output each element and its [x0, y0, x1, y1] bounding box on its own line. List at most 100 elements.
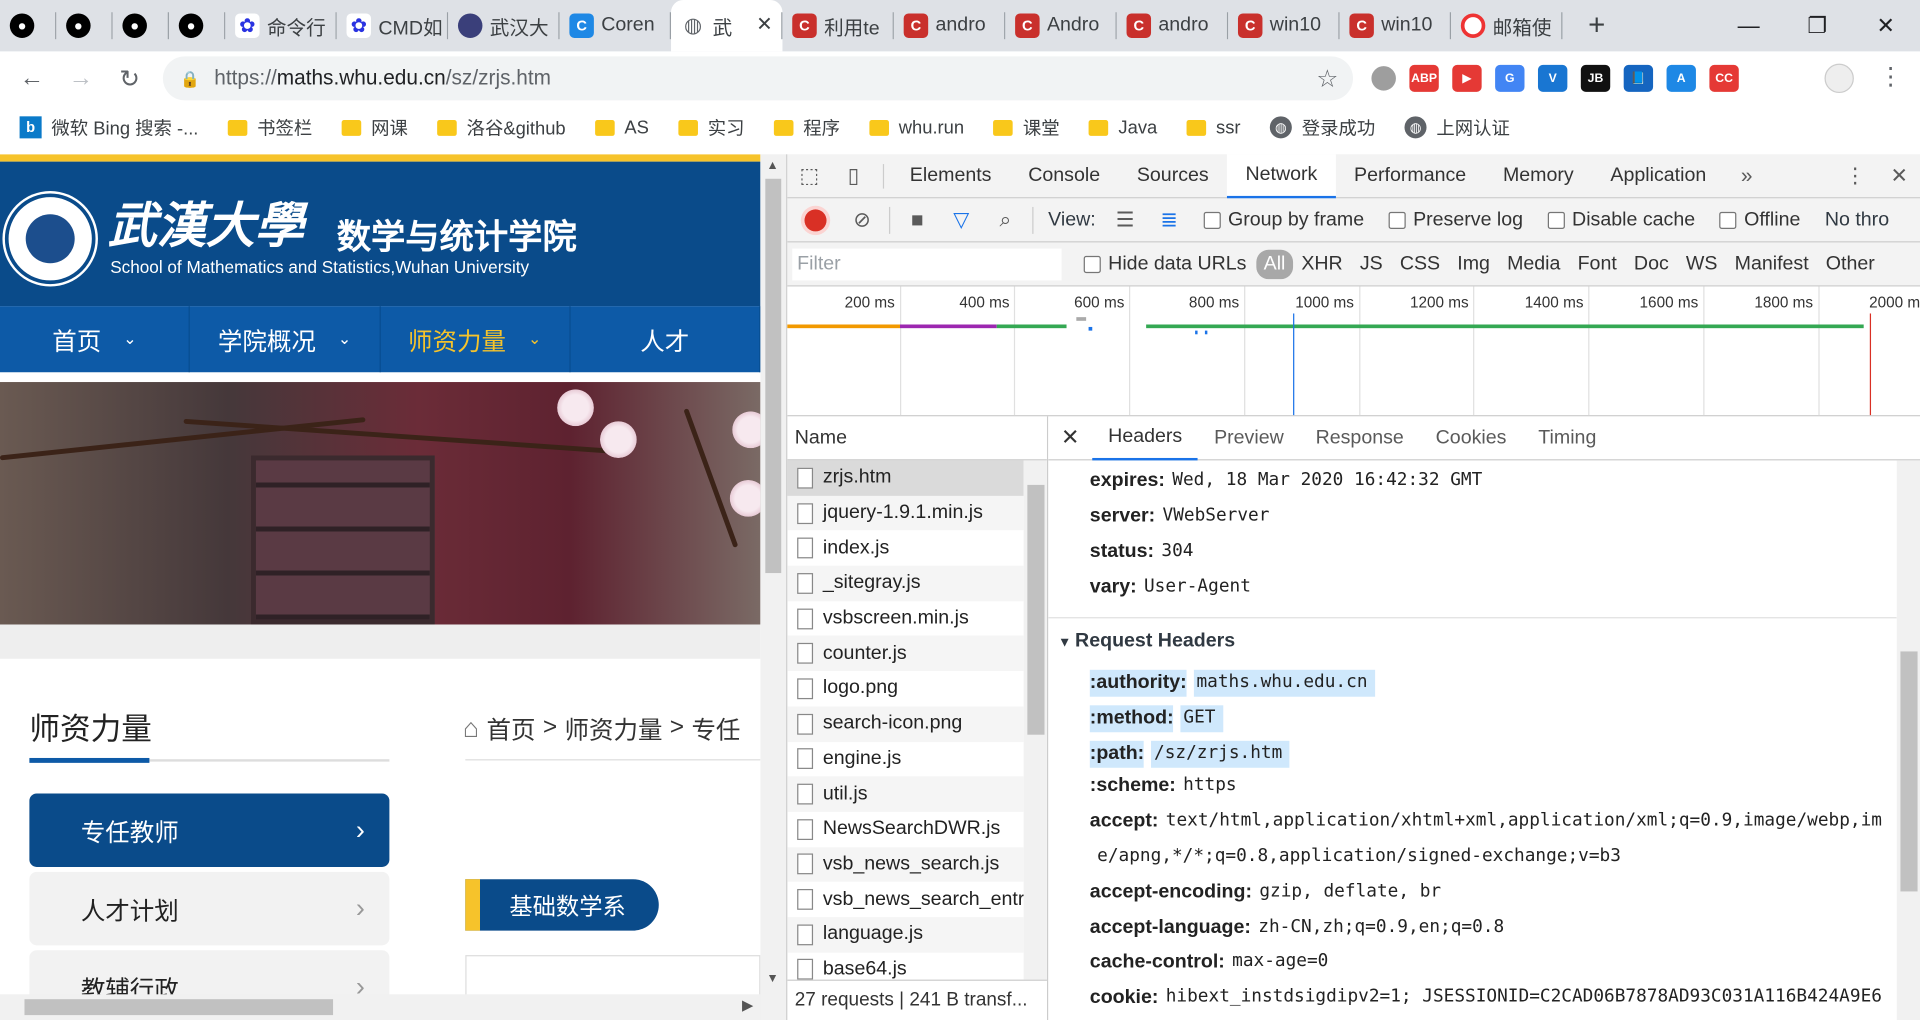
- browser-tab[interactable]: ✿ 命令行: [225, 0, 337, 51]
- type-filter-js[interactable]: JS: [1351, 253, 1391, 275]
- type-filter-doc[interactable]: Doc: [1625, 253, 1677, 275]
- browser-tab[interactable]: Candro: [894, 0, 1006, 51]
- detail-tab-headers[interactable]: Headers: [1092, 416, 1199, 460]
- request-row[interactable]: engine.js: [787, 741, 1023, 776]
- sidebar-item-talent[interactable]: 人才计划 ›: [29, 871, 390, 946]
- clear-icon[interactable]: ⊘: [840, 208, 884, 232]
- preserve-log-checkbox[interactable]: Preserve log: [1388, 209, 1523, 231]
- cc-ext-icon[interactable]: CC: [1709, 64, 1739, 92]
- detail-tab-response[interactable]: Response: [1300, 416, 1420, 459]
- reload-button[interactable]: ↻: [105, 54, 154, 103]
- request-row[interactable]: _sitegray.js: [787, 565, 1024, 601]
- menu-kebab-icon[interactable]: ⋮: [1878, 61, 1902, 92]
- bookmark-item[interactable]: ssr: [1186, 117, 1240, 138]
- request-row[interactable]: logo.png: [787, 671, 1023, 706]
- waterfall-view-icon[interactable]: ≣: [1147, 208, 1191, 232]
- request-row[interactable]: index.js: [787, 531, 1023, 566]
- devtools-tab[interactable]: Console: [1010, 154, 1119, 198]
- devtools-tab[interactable]: Performance: [1336, 154, 1485, 198]
- tab-close-icon[interactable]: ✕: [756, 12, 772, 36]
- type-filter-all[interactable]: All: [1256, 249, 1293, 279]
- browser-tab[interactable]: 武汉大: [448, 0, 560, 51]
- breadcrumb-home[interactable]: 首页: [486, 710, 535, 746]
- type-filter-ws[interactable]: WS: [1677, 253, 1726, 275]
- inspect-element-icon[interactable]: ⬚: [787, 154, 831, 198]
- record-button[interactable]: [804, 208, 827, 231]
- forward-button[interactable]: →: [56, 54, 105, 103]
- devtools-tab[interactable]: Memory: [1485, 154, 1592, 198]
- page-horizontal-scrollbar[interactable]: ▶: [0, 994, 761, 1020]
- new-tab-button[interactable]: +: [1562, 0, 1631, 51]
- type-filter-font[interactable]: Font: [1569, 253, 1625, 275]
- minimize-button[interactable]: —: [1714, 0, 1783, 51]
- browser-tab[interactable]: ●: [56, 0, 113, 51]
- filter-input[interactable]: Filter: [792, 247, 1062, 280]
- browser-tab[interactable]: ●: [169, 0, 226, 51]
- checkbox-box[interactable]: [1203, 211, 1221, 229]
- browser-tab[interactable]: Cwin10: [1340, 0, 1452, 51]
- devtools-tab[interactable]: Elements: [891, 154, 1009, 198]
- detail-tab-preview[interactable]: Preview: [1198, 416, 1300, 459]
- page-vertical-scrollbar[interactable]: ▲ ▼: [760, 154, 787, 1020]
- group-by-frame-checkbox[interactable]: Group by frame: [1203, 209, 1364, 231]
- bookmark-item[interactable]: Java: [1089, 117, 1157, 138]
- browser-tab[interactable]: Cwin10: [1228, 0, 1340, 51]
- type-filter-css[interactable]: CSS: [1391, 253, 1448, 275]
- bookmark-item[interactable]: b 微软 Bing 搜索 -...: [19, 114, 199, 140]
- bookmark-item[interactable]: 网课: [341, 114, 408, 140]
- dept-button[interactable]: 基础数学系: [465, 879, 659, 931]
- bookmark-item[interactable]: 程序: [773, 114, 840, 140]
- checkbox-box[interactable]: [1083, 255, 1101, 273]
- circle-ext-icon[interactable]: [1371, 66, 1396, 91]
- disclosure-triangle-icon[interactable]: ▼: [1058, 636, 1075, 651]
- site-nav-item[interactable]: 人才: [570, 306, 761, 373]
- type-filter-manifest[interactable]: Manifest: [1726, 253, 1817, 275]
- book-ext-icon[interactable]: 📘: [1623, 64, 1654, 92]
- detail-scrollbar[interactable]: [1896, 460, 1920, 1020]
- request-row[interactable]: util.js: [787, 776, 1024, 812]
- v-ext-icon[interactable]: V: [1537, 64, 1568, 92]
- request-row[interactable]: vsb_news_search.js: [787, 846, 1024, 882]
- scroll-up-arrow-icon[interactable]: ▲: [767, 159, 779, 172]
- network-overview-timeline[interactable]: 200 ms 400 ms 600 ms 800 ms 1000 ms 1200 ms 14…: [787, 286, 1920, 417]
- bookmark-item[interactable]: whu.run: [869, 117, 964, 138]
- checkbox-box[interactable]: [1719, 211, 1737, 229]
- scrollbar-thumb[interactable]: [24, 999, 334, 1016]
- search-icon[interactable]: ⌕: [983, 208, 1027, 232]
- lang-ext-icon[interactable]: A: [1666, 64, 1696, 92]
- bookmark-item[interactable]: ◍ 登录成功: [1269, 114, 1375, 140]
- devtools-close-icon[interactable]: ✕: [1877, 154, 1920, 198]
- request-row[interactable]: jquery-1.9.1.min.js: [787, 495, 1024, 531]
- device-toolbar-icon[interactable]: ▯: [831, 154, 875, 198]
- type-filter-img[interactable]: Img: [1449, 253, 1499, 275]
- bookmark-item[interactable]: AS: [595, 117, 649, 138]
- hide-data-urls-checkbox[interactable]: Hide data URLs: [1083, 253, 1246, 275]
- scrollbar-thumb[interactable]: [765, 178, 782, 574]
- type-filter-xhr[interactable]: XHR: [1293, 253, 1352, 275]
- bookmark-star-icon[interactable]: ☆: [1316, 63, 1338, 94]
- disable-cache-checkbox[interactable]: Disable cache: [1547, 209, 1695, 231]
- translate-ext-icon[interactable]: G: [1495, 64, 1525, 92]
- site-nav-item[interactable]: 首页 ⌄: [0, 306, 191, 373]
- request-list-scrollbar[interactable]: [1023, 460, 1047, 980]
- request-headers-section[interactable]: ▼ Request Headers: [1058, 631, 1235, 653]
- browser-tab[interactable]: 邮箱使: [1451, 0, 1563, 51]
- devtools-tab[interactable]: Sources: [1118, 154, 1227, 198]
- bookmark-item[interactable]: ◍ 上网认证: [1404, 114, 1510, 140]
- browser-tab[interactable]: ✿ CMD如: [337, 0, 449, 51]
- detail-tab-timing[interactable]: Timing: [1522, 416, 1612, 459]
- filter-icon[interactable]: ▽: [939, 208, 983, 232]
- large-rows-icon[interactable]: ☰: [1103, 208, 1147, 232]
- university-seal-logo[interactable]: [4, 193, 96, 285]
- sidebar-item-faculty[interactable]: 专任教师 ›: [29, 793, 390, 867]
- scroll-down-arrow-icon[interactable]: ▼: [767, 972, 779, 985]
- back-button[interactable]: ←: [7, 54, 56, 103]
- site-nav-item[interactable]: 学院概况 ⌄: [190, 306, 381, 373]
- breadcrumb-current[interactable]: 专任: [691, 710, 740, 746]
- site-nav-item[interactable]: 师资力量 ⌄: [380, 306, 571, 373]
- request-row[interactable]: language.js: [787, 917, 1024, 953]
- youtube-ext-icon[interactable]: ▶: [1452, 64, 1482, 92]
- browser-tab[interactable]: ◍ 武 ✕: [671, 0, 783, 52]
- capture-screenshots-icon[interactable]: ■: [895, 208, 939, 232]
- browser-tab[interactable]: C Coren: [560, 0, 672, 51]
